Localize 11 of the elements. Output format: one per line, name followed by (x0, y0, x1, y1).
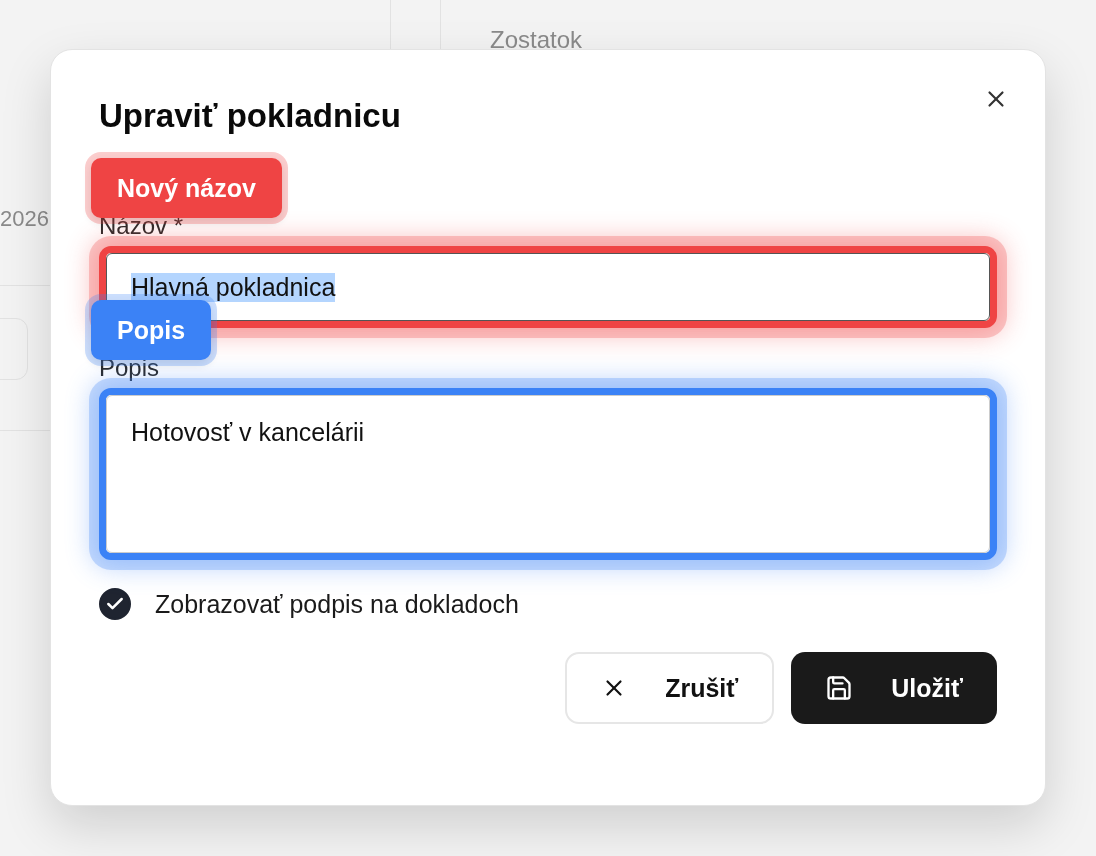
annotation-badge: Nový názov (91, 158, 282, 218)
checkbox[interactable] (99, 588, 131, 620)
save-button[interactable]: Uložiť (791, 652, 997, 724)
cancel-button[interactable]: Zrušiť (565, 652, 775, 724)
save-icon (825, 674, 854, 702)
checkbox-label: Zobrazovať podpis na dokladoch (155, 589, 519, 619)
dialog-title: Upraviť pokladnicu (99, 96, 402, 136)
description-field[interactable]: Hotovosť v kancelárii (106, 395, 990, 553)
column-heading: Zostatok (490, 26, 583, 54)
annotation-badge: Popis (91, 300, 212, 360)
date-text: 2026 (0, 206, 49, 232)
